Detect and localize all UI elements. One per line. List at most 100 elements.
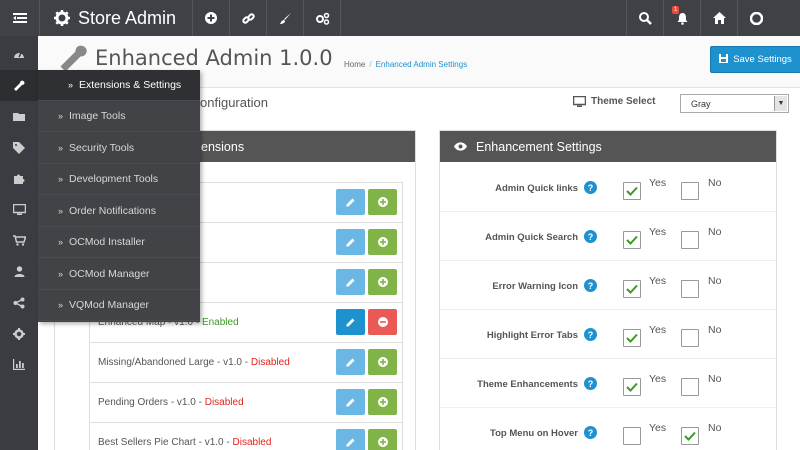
extension-status: Disabled [250,357,290,368]
sidebar-item-dashboard[interactable] [0,38,38,69]
breadcrumb-home[interactable]: Home [344,60,365,69]
yes-label: Yes [649,422,667,434]
cart-icon [12,235,26,246]
enhancement-setting-row: Admin Quick Search? Yes No [440,212,776,261]
menu-item[interactable]: » Image Tools [38,101,200,132]
save-settings-button[interactable]: Save Settings [710,46,800,73]
menu-item[interactable]: » OCMod Manager [38,259,200,290]
extension-label: Best Sellers Pie Chart - v1.0 - Disabled [98,437,271,448]
breadcrumb-current[interactable]: Enhanced Admin Settings [376,60,468,69]
pencil-icon [346,438,355,446]
links-button[interactable] [230,0,267,36]
edit-extension-button[interactable] [336,269,365,295]
top-navbar: Store Admin 1 [0,0,800,36]
no-checkbox[interactable] [681,427,699,445]
install-extension-button[interactable] [368,389,397,415]
install-extension-button[interactable] [368,269,397,295]
pencil-icon [346,318,355,326]
sidebar-item-customers[interactable] [0,256,38,287]
add-button[interactable] [193,0,230,36]
pencil-icon [346,398,355,406]
no-label: No [708,373,722,385]
extensions-flyout-menu: » Extensions & Settings » Image Tools » Sec… [38,70,200,322]
edit-extension-button[interactable] [336,429,365,450]
chevron-right-icon: » [58,142,64,153]
yes-checkbox[interactable] [623,427,641,445]
notifications-button[interactable]: 1 [663,0,700,36]
enhancement-setting-row: Highlight Error Tabs? Yes No [440,310,776,359]
no-checkbox[interactable] [681,280,699,298]
yes-label: Yes [649,177,667,189]
minus-circle-icon [377,317,388,327]
sidebar-item-reports[interactable] [0,349,38,380]
page-title: Enhanced Admin 1.0.0 [95,46,333,70]
chevron-right-icon: » [58,300,64,310]
sidebar-item-extensions[interactable] [0,70,38,101]
cogs-icon [315,12,329,25]
yes-checkbox[interactable] [623,329,641,347]
edit-extension-button[interactable] [336,349,365,375]
enhancement-setting-row: Theme Enhancements? Yes No [440,359,776,408]
setting-label: Theme Enhancements [477,379,578,390]
install-extension-button[interactable] [368,349,397,375]
edit-extension-button[interactable] [336,189,365,215]
lifebuoy-icon [749,11,763,25]
home-button[interactable] [700,0,737,36]
enhancement-panel-header: Enhancement Settings [440,131,776,162]
extension-row: Pending Orders - v1.0 - Disabled [90,383,402,423]
menu-item-label: Order Notifications [69,204,156,217]
yes-checkbox[interactable] [623,378,641,396]
edit-extension-button[interactable] [336,229,365,255]
sidebar-item-catalog[interactable] [0,101,38,132]
yes-checkbox[interactable] [623,182,641,200]
menu-heading-extensions-settings[interactable]: » Extensions & Settings [38,70,200,101]
menu-item[interactable]: » VQMod Manager [38,290,200,321]
theme-select-dropdown[interactable]: Gray ▼ [680,94,789,113]
edit-extension-button[interactable] [336,389,365,415]
settings-button[interactable] [304,0,341,36]
extension-status: Disabled [232,437,272,448]
help-icon[interactable]: ? [584,328,597,341]
no-checkbox[interactable] [681,329,699,347]
edit-extension-button[interactable] [336,309,365,335]
breadcrumb: Home / Enhanced Admin Settings [344,60,468,69]
help-icon[interactable]: ? [584,279,597,292]
install-extension-button[interactable] [368,429,397,450]
sidebar-item-marketing[interactable] [0,287,38,318]
uninstall-extension-button[interactable] [368,309,397,335]
extension-name: Pending Orders - v1.0 - [98,397,205,408]
no-checkbox[interactable] [681,182,699,200]
no-checkbox[interactable] [681,378,699,396]
brand-link[interactable]: Store Admin [40,0,193,36]
search-button[interactable] [626,0,663,36]
sidebar-item-system[interactable] [0,318,38,349]
menu-item[interactable]: » Order Notifications [38,196,200,227]
help-icon[interactable]: ? [584,426,597,439]
extension-status: Enabled [201,317,239,328]
gear-icon [54,10,70,26]
yes-checkbox[interactable] [623,231,641,249]
theme-button[interactable] [267,0,304,36]
yes-label: Yes [649,373,667,385]
menu-item[interactable]: » OCMod Installer [38,227,200,258]
help-icon[interactable]: ? [584,181,597,194]
menu-toggle-button[interactable] [0,0,40,36]
install-extension-button[interactable] [368,189,397,215]
no-checkbox[interactable] [681,231,699,249]
menu-item[interactable]: » Security Tools [38,133,200,164]
yes-checkbox[interactable] [623,280,641,298]
sidebar-item-design[interactable] [0,194,38,225]
help-icon[interactable]: ? [584,377,597,390]
help-button[interactable] [737,0,774,36]
sidebar-item-tags[interactable] [0,132,38,163]
help-icon[interactable]: ? [584,230,597,243]
extension-status: Disabled [204,397,244,408]
chevron-right-icon: » [58,237,64,247]
wrench-icon [14,80,25,91]
plus-circle-icon [205,12,217,24]
menu-item[interactable]: » Development Tools [38,164,200,195]
sidebar-item-sales[interactable] [0,225,38,256]
sidebar-item-modules[interactable] [0,163,38,194]
install-extension-button[interactable] [368,229,397,255]
menu-item-label: VQMod Manager [69,299,149,311]
